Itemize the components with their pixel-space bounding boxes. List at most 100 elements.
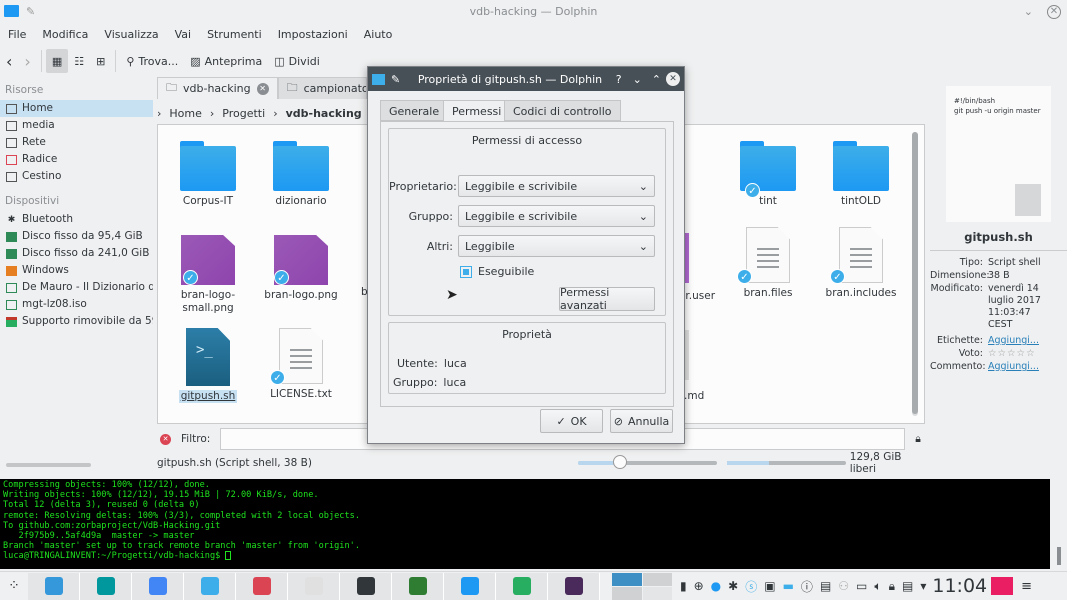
- sidebar-item-windows[interactable]: Windows: [0, 262, 153, 279]
- details-view-button[interactable]: ⊞: [90, 49, 111, 73]
- cancel-button[interactable]: ⊘ Annulla: [610, 409, 673, 433]
- close-icon[interactable]: ✕: [1047, 5, 1061, 19]
- breadcrumb-home[interactable]: Home: [169, 107, 201, 120]
- volume-icon[interactable]: 🔈︎: [874, 579, 881, 594]
- screenshot-icon[interactable]: ▣: [764, 579, 775, 593]
- zoom-slider[interactable]: [578, 455, 718, 469]
- taskbar-app-button[interactable]: [392, 572, 444, 600]
- file-item[interactable]: dizionario: [256, 141, 346, 208]
- taskbar-app-button[interactable]: [496, 572, 548, 600]
- menu-file[interactable]: File: [0, 26, 34, 44]
- taskbar-app-button[interactable]: [236, 572, 288, 600]
- sidebar-item-removable[interactable]: Supporto rimovibile da 59,5: [0, 313, 153, 330]
- clock[interactable]: 11:04: [932, 575, 987, 597]
- help-button[interactable]: ?: [616, 73, 622, 86]
- sidebar-scrollbar[interactable]: [6, 463, 91, 467]
- file-item[interactable]: >_ gitpush.sh: [163, 328, 253, 403]
- scrollbar-thumb[interactable]: [912, 132, 918, 414]
- breadcrumb-progetti[interactable]: Progetti: [222, 107, 265, 120]
- menu-impostazioni[interactable]: Impostazioni: [270, 26, 356, 44]
- lock-icon[interactable]: 🔒︎: [889, 579, 895, 594]
- sidebar-item-demauro[interactable]: De Mauro - Il Dizionario dell: [0, 279, 153, 296]
- chat-icon[interactable]: ▬: [783, 579, 794, 593]
- advanced-permissions-button[interactable]: Permessi avanzati: [559, 286, 655, 312]
- clipboard-icon[interactable]: ▤: [902, 579, 913, 593]
- close-filter-icon[interactable]: ✕: [160, 433, 171, 445]
- taskbar-app-button[interactable]: [444, 572, 496, 600]
- sidebar-item-home[interactable]: Home: [0, 100, 153, 117]
- ok-button[interactable]: ✓ OK: [540, 409, 603, 433]
- file-item[interactable]: Corpus-IT: [163, 141, 253, 208]
- pin-icon[interactable]: ✎: [26, 0, 35, 24]
- menu-visualizza[interactable]: Visualizza: [96, 26, 166, 44]
- checkbox[interactable]: [460, 265, 472, 278]
- menu-modifica[interactable]: Modifica: [34, 26, 96, 44]
- icons-view-button[interactable]: ▦: [45, 49, 69, 73]
- tab-campionatore[interactable]: 🗀 campionatore-a: [277, 77, 367, 99]
- usb-icon[interactable]: ▮: [680, 579, 687, 593]
- file-item[interactable]: bran-logo.png ✓: [256, 235, 346, 302]
- forward-button[interactable]: ›: [18, 49, 36, 73]
- sidebar-item-network[interactable]: Rete: [0, 134, 153, 151]
- info-icon[interactable]: ⓘ: [801, 578, 813, 595]
- minimize-icon[interactable]: ⌄: [1024, 0, 1033, 24]
- menu-aiuto[interactable]: Aiuto: [356, 26, 401, 44]
- sidebar-item-disk-95[interactable]: Disco fisso da 95,4 GiB: [0, 228, 153, 245]
- taskbar-app-button[interactable]: [184, 572, 236, 600]
- zoom-slider-handle[interactable]: [613, 455, 628, 469]
- taskbar-app-button[interactable]: [132, 572, 184, 600]
- network-icon[interactable]: ▭: [856, 579, 867, 593]
- tab-vdb-hacking[interactable]: 🗀 vdb-hacking ✕: [157, 77, 278, 99]
- menu-vai[interactable]: Vai: [167, 26, 199, 44]
- tab-generale[interactable]: Generale: [380, 100, 449, 121]
- pager[interactable]: [612, 572, 672, 600]
- back-button[interactable]: ‹: [0, 49, 18, 73]
- sidebar-item-media[interactable]: media: [0, 117, 153, 134]
- taskbar-app-button[interactable]: [288, 572, 340, 600]
- maximize-button[interactable]: ⌃: [652, 73, 661, 86]
- executable-checkbox[interactable]: Eseguibile: [460, 265, 534, 278]
- add-comment-link[interactable]: Aggiungi...: [988, 361, 1039, 372]
- sidebar-item-root[interactable]: Radice: [0, 151, 153, 168]
- network-share-icon[interactable]: ▤: [820, 579, 831, 593]
- file-item[interactable]: tintOLD: [816, 141, 906, 208]
- file-item[interactable]: bran-logo-small.png ✓: [163, 235, 253, 315]
- file-item[interactable]: bran.files ✓: [723, 227, 813, 300]
- breadcrumb-current[interactable]: vdb-hacking: [286, 107, 362, 120]
- owner-select[interactable]: Leggibile e scrivibile ⌄: [458, 175, 655, 197]
- update-icon[interactable]: ⊕: [694, 579, 704, 593]
- taskbar-app-button[interactable]: [28, 572, 80, 600]
- sidebar-item-disk-241[interactable]: Disco fisso da 241,0 GiB: [0, 245, 153, 262]
- tab-codici-controllo[interactable]: Codici di controllo: [504, 100, 621, 121]
- file-item[interactable]: LICENSE.txt ✓: [256, 328, 346, 401]
- skype-icon[interactable]: ⓢ: [745, 578, 757, 595]
- file-item[interactable]: bran.includes ✓: [816, 227, 906, 300]
- close-dialog-button[interactable]: ✕: [666, 72, 680, 86]
- show-desktop-icon[interactable]: [991, 577, 1014, 595]
- split-button[interactable]: ◫ Dividi: [268, 49, 326, 73]
- file-item[interactable]: tint ✓: [723, 141, 813, 208]
- compact-view-button[interactable]: ☷: [68, 49, 90, 73]
- find-button[interactable]: ⚲ Trova...: [120, 49, 184, 73]
- menu-strumenti[interactable]: Strumenti: [199, 26, 270, 44]
- sidebar-item-bluetooth[interactable]: ✱ Bluetooth: [0, 211, 153, 228]
- taskbar-app-button[interactable]: [548, 572, 600, 600]
- others-select[interactable]: Leggibile ⌄: [458, 235, 655, 257]
- close-tab-icon[interactable]: ✕: [256, 82, 269, 95]
- minimize-button[interactable]: ⌄: [633, 73, 642, 86]
- tab-permessi[interactable]: Permessi: [443, 100, 511, 122]
- expand-tray-icon[interactable]: ▾: [920, 579, 926, 593]
- rating-stars[interactable]: ☆☆☆☆☆: [988, 348, 1036, 359]
- bluetooth-icon[interactable]: ✱: [728, 579, 738, 593]
- terminal-panel[interactable]: Compressing objects: 100% (12/12), done.…: [0, 479, 1050, 569]
- sidebar-item-iso[interactable]: mgt-lz08.iso: [0, 296, 153, 313]
- add-tags-link[interactable]: Aggiungi...: [988, 335, 1039, 346]
- app-launcher-icon[interactable]: ⁘: [0, 578, 28, 594]
- group-select[interactable]: Leggibile e scrivibile ⌄: [458, 205, 655, 227]
- users-icon[interactable]: ⚇: [838, 579, 849, 593]
- sidebar-item-trash[interactable]: Cestino: [0, 168, 153, 185]
- accessibility-icon[interactable]: ●: [711, 579, 721, 593]
- file-view-scrollbar[interactable]: [912, 132, 918, 416]
- panel-menu-icon[interactable]: ≡: [1021, 579, 1032, 594]
- taskbar-app-button[interactable]: [340, 572, 392, 600]
